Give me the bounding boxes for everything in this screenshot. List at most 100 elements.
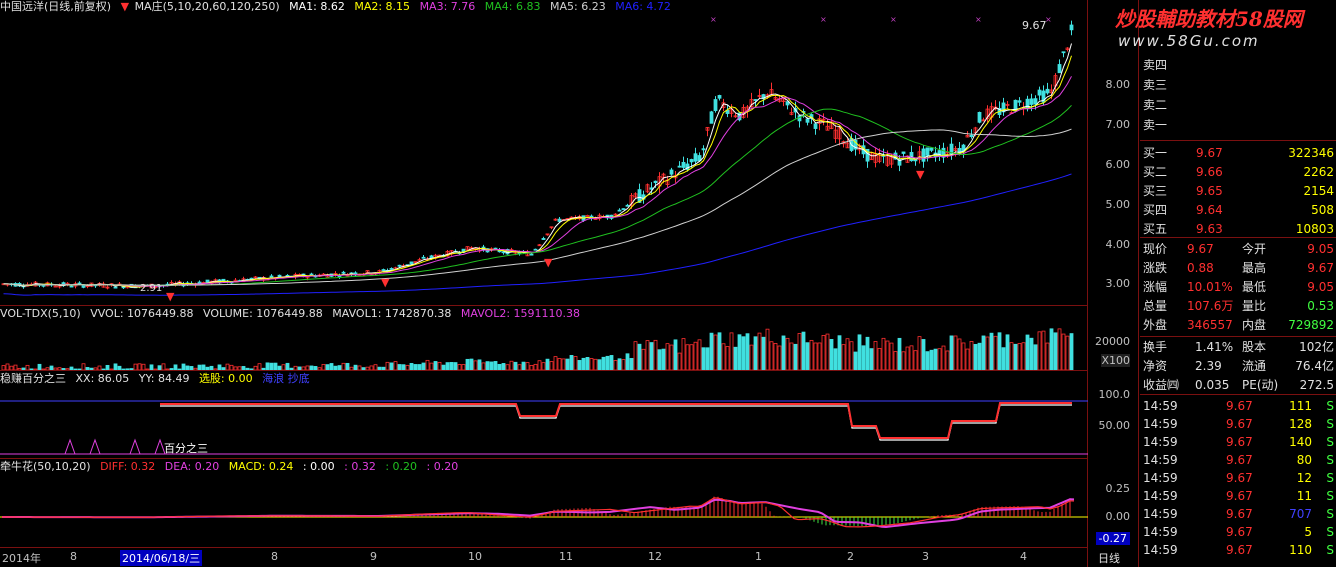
volume-bar (617, 358, 622, 370)
volume-bar (141, 363, 146, 370)
book-divider-line (1140, 140, 1336, 141)
tick-time: 14:59 (1143, 489, 1178, 503)
volume-bar (217, 364, 222, 370)
volume-bar (501, 363, 506, 370)
volume-bar (241, 366, 246, 370)
ma2-value: MA2: 8.15 (354, 0, 411, 13)
info-row[interactable]: 换手 1.41% 股本 102亿 (1140, 338, 1336, 356)
quote-row[interactable]: 现价 9.67 今开 9.05 (1140, 240, 1336, 258)
tick-row[interactable]: 14:59 9.67 128 S (1140, 415, 1336, 433)
volume-bar (293, 365, 298, 370)
volume-bar (469, 358, 474, 370)
tick-volume: 128 (1289, 417, 1312, 431)
info-row[interactable]: 收益㈣ 0.035 PE(动) 272.5 (1140, 376, 1336, 394)
volume-bar (985, 336, 990, 370)
volume-bar (613, 360, 618, 370)
candle-body (41, 284, 46, 287)
tick-row[interactable]: 14:59 9.67 140 S (1140, 433, 1336, 451)
volume-bar (513, 361, 518, 370)
quote-row[interactable]: 外盘 346557 内盘 729892 (1140, 316, 1336, 334)
volume-bar (949, 335, 954, 370)
volume-bar (57, 367, 62, 370)
volume-bar (933, 348, 938, 370)
quote-row[interactable]: 涨幅 10.01% 最低 9.05 (1140, 278, 1336, 296)
macd-title[interactable]: 牵牛花(50,10,20) (0, 460, 91, 473)
volume-bar (917, 336, 922, 370)
sell-label: 卖一 (1143, 118, 1168, 132)
volume-bar (869, 348, 874, 370)
stock-title[interactable]: 中国远洋(日线,前复权) (0, 0, 111, 13)
tick-row[interactable]: 14:59 9.67 80 S (1140, 451, 1336, 469)
tick-row[interactable]: 14:59 9.67 707 S (1140, 505, 1336, 523)
volume-bar (653, 339, 658, 370)
volume-bar (337, 365, 342, 370)
period-label[interactable]: 日线 (1098, 550, 1120, 566)
sell3-row: 卖三 (1140, 76, 1336, 94)
tick-row[interactable]: 14:59 9.67 11 S (1140, 487, 1336, 505)
ma5-value: MA5: 6.23 (550, 0, 606, 13)
volume-bar (593, 358, 598, 370)
info-row[interactable]: 净资 2.39 流通 76.4亿 (1140, 357, 1336, 375)
candle-body (1033, 98, 1038, 105)
buy-row[interactable]: 买三 9.65 2154 (1140, 182, 1336, 200)
volume-bar (253, 365, 258, 370)
volume-bar (333, 365, 338, 370)
tick-side: S (1326, 435, 1334, 449)
price-tick: 3.00 (1105, 277, 1131, 290)
buy-row[interactable]: 买四 9.64 508 (1140, 201, 1336, 219)
ma-indicator[interactable]: MA庄(5,10,20,60,120,250) (135, 0, 280, 13)
volume-bar (877, 348, 882, 370)
tick-price: 9.67 (1226, 435, 1253, 449)
info-label: 净资 (1143, 359, 1168, 373)
vvol-value: VVOL: 1076449.88 (90, 307, 194, 320)
quote-row[interactable]: 涨跌 0.88 最高 9.67 (1140, 259, 1336, 277)
volume-bar (101, 368, 106, 370)
volume-bar (693, 341, 698, 370)
buy-row[interactable]: 买五 9.63 10803 (1140, 220, 1336, 238)
price-chart[interactable]: ▼▼▼▼× × × × × (0, 14, 1088, 305)
spike-icon (129, 438, 141, 455)
volume-bar (717, 332, 722, 370)
info-label: 流通 (1242, 359, 1267, 373)
vol-title[interactable]: VOL-TDX(5,10) (0, 307, 81, 320)
buy-row[interactable]: 买一 9.67 322346 (1140, 144, 1336, 162)
tick-side: S (1326, 507, 1334, 521)
volume-bar (837, 335, 842, 370)
volume-bar (841, 344, 846, 370)
buy-row[interactable]: 买二 9.66 2262 (1140, 163, 1336, 181)
tick-volume: 5 (1304, 525, 1312, 539)
volume-bar (357, 365, 362, 370)
buy-label: 买四 (1143, 203, 1168, 217)
volume-bar (81, 363, 86, 370)
volume-bar (865, 336, 870, 370)
volume-bar (49, 365, 54, 370)
candle-body (921, 148, 926, 162)
volume-bar (633, 341, 638, 370)
volume-bar (413, 364, 418, 370)
tick-row[interactable]: 14:59 9.67 111 S (1140, 397, 1336, 415)
volume-bar (365, 366, 370, 370)
quote-row[interactable]: 总量 107.6万 量比 0.53 (1140, 297, 1336, 315)
candle-body (717, 95, 722, 99)
volume-bar (393, 361, 398, 370)
volume-bar (461, 364, 466, 370)
macd-neg-tick: -0.27 (1095, 532, 1130, 545)
macd-chart[interactable] (0, 474, 1088, 547)
volume-bar (129, 368, 134, 370)
tick-row[interactable]: 14:59 9.67 110 S (1140, 541, 1336, 559)
sell-label: 卖三 (1143, 78, 1168, 92)
volume-bar (349, 366, 354, 370)
ind2-title[interactable]: 稳赚百分之三 (0, 372, 66, 385)
volume-bar (213, 368, 218, 370)
volume-bar (881, 337, 886, 370)
volume-bar (385, 361, 390, 370)
volume-bar (497, 363, 502, 370)
volume-chart[interactable] (0, 322, 1088, 370)
info-value: 2.39 (1195, 359, 1222, 373)
candle-body (1061, 51, 1066, 54)
volume-bar (89, 367, 94, 370)
tick-row[interactable]: 14:59 9.67 12 S (1140, 469, 1336, 487)
tick-row[interactable]: 14:59 9.67 5 S (1140, 523, 1336, 541)
volume-bar (833, 348, 838, 370)
quote-label: 内盘 (1242, 318, 1267, 332)
